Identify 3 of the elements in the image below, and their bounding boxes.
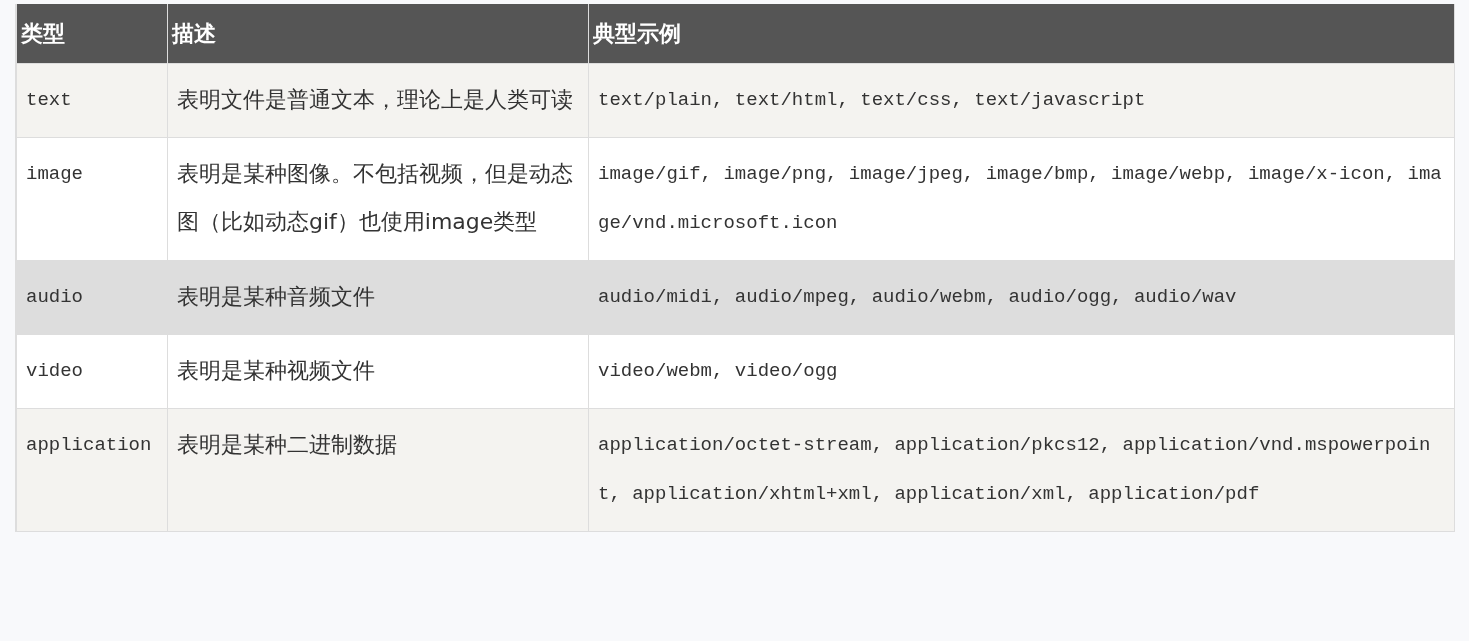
- examples-cell: application/octet-stream, application/pkcs12, application/vnd.mspowerpoint, application/xhtml+xml, application/xml, application/pdf: [588, 409, 1454, 531]
- type-cell: application: [16, 409, 167, 531]
- description-cell: 表明是某种二进制数据: [167, 409, 588, 531]
